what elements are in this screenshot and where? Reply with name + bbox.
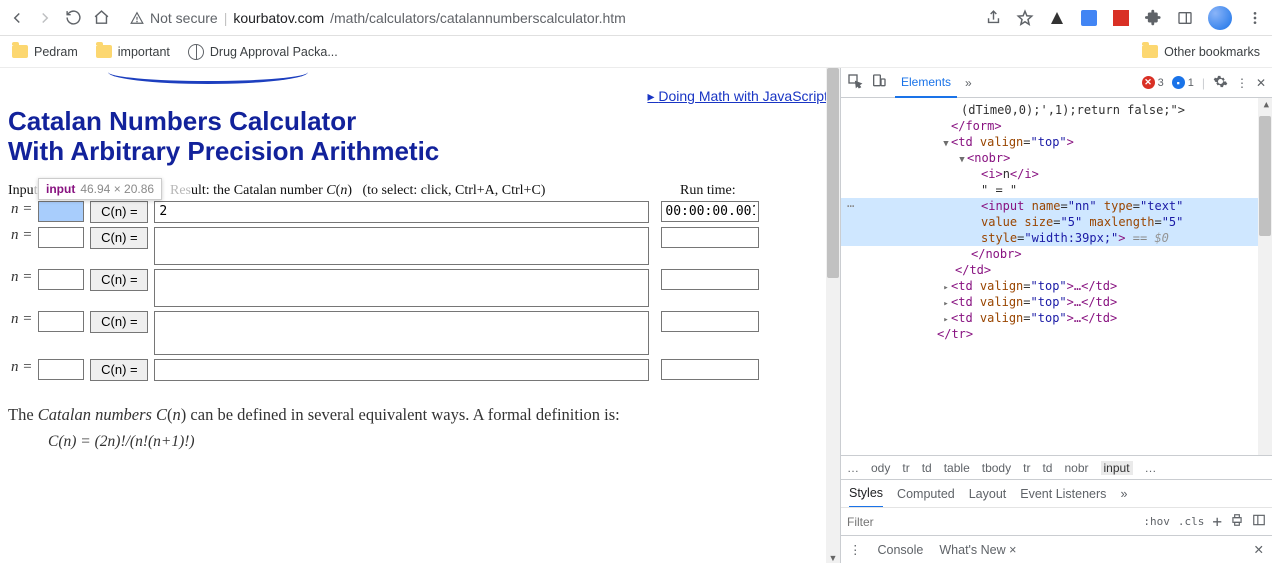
table-row: n = C(n) = [8,225,762,267]
globe-icon [188,44,204,60]
page-title: Catalan Numbers CalculatorWith Arbitrary… [8,107,832,167]
url-path: /math/calculators/catalannumberscalculat… [330,10,626,26]
ext3-icon[interactable] [1112,9,1130,27]
table-row: n = C(n) = [8,267,762,309]
result-output[interactable]: 2 [154,201,649,223]
devtools-scrollbar[interactable]: ▲ [1258,98,1272,455]
error-badge[interactable]: ✕3 [1142,76,1164,89]
tab-whats-new[interactable]: What's New × [939,543,1016,557]
n-input[interactable] [38,269,84,290]
page-content: Doing Math with JavaScript Catalan Numbe… [0,68,840,563]
result-output[interactable] [154,227,649,265]
calculate-button[interactable]: C(n) = [90,359,148,381]
inspect-icon[interactable] [847,73,863,92]
more-icon[interactable]: » [1120,487,1127,501]
address-bar[interactable]: Not secure | kourbatov.com/math/calculat… [120,4,974,32]
extensions-icon[interactable] [1144,9,1162,27]
styles-filter-row: :hov .cls + [841,507,1272,535]
close-drawer-icon[interactable]: ✕ [1254,542,1264,557]
ext2-icon[interactable] [1080,9,1098,27]
n-input[interactable] [38,227,84,248]
runtime-label: Run time: [680,183,736,199]
runtime-output[interactable] [661,359,759,380]
selected-element: ⋯<input name="nn" type="text" [841,198,1272,214]
runtime-output[interactable] [661,269,759,290]
page-scrollbar[interactable]: ▲ ▼ [826,68,840,563]
tab-computed[interactable]: Computed [897,487,955,501]
tab-layout[interactable]: Layout [969,487,1007,501]
runtime-output[interactable] [661,227,759,248]
warning-icon [130,11,144,25]
gear-icon[interactable] [1213,74,1228,92]
menu-icon[interactable] [1246,9,1264,27]
calculate-button[interactable]: C(n) = [90,227,148,249]
back-icon[interactable] [8,9,26,27]
bookmark-important[interactable]: important [96,45,170,59]
star-icon[interactable] [1016,9,1034,27]
table-row: n = C(n) = [8,357,762,383]
decorative-swoosh [108,72,308,84]
calculator-table: n = C(n) = 2 n = C(n) = n = C(n) = [8,199,762,383]
bookmark-drug-approval[interactable]: Drug Approval Packa... [188,44,338,60]
info-badge[interactable]: ▪1 [1172,76,1194,89]
n-equals-label: n = [8,199,35,225]
styles-tabs: Styles Computed Layout Event Listeners » [841,479,1272,507]
result-output[interactable] [154,269,649,307]
tab-styles[interactable]: Styles [849,480,883,508]
devtools-tabs: Elements » ✕3 ▪1 | ⋮ ✕ [841,68,1272,98]
bookmark-pedram[interactable]: Pedram [12,45,78,59]
description-text: The Catalan numbers C(n) can be defined … [8,405,832,425]
result-output[interactable] [154,311,649,355]
folder-icon [1142,45,1158,58]
n-input[interactable] [38,359,84,380]
side-panel-icon[interactable] [1176,9,1194,27]
print-icon[interactable] [1230,513,1244,530]
home-icon[interactable] [92,9,110,27]
top-link[interactable]: Doing Math with JavaScript [647,88,828,104]
folder-icon [96,45,112,58]
forward-icon[interactable] [36,9,54,27]
calculate-button[interactable]: C(n) = [90,201,148,223]
more-tabs-icon[interactable]: » [965,76,972,90]
tab-elements[interactable]: Elements [895,68,957,98]
devtools-panel: Elements » ✕3 ▪1 | ⋮ ✕ (dTime0,0);',1);r… [840,68,1272,563]
toggle-pane-icon[interactable] [1252,513,1266,530]
calculate-button[interactable]: C(n) = [90,269,148,291]
browser-toolbar: Not secure | kourbatov.com/math/calculat… [0,0,1272,36]
calculate-button[interactable]: C(n) = [90,311,148,333]
cls-toggle[interactable]: .cls [1178,515,1205,528]
ext1-icon[interactable] [1048,9,1066,27]
n-input[interactable] [38,201,84,222]
profile-avatar[interactable] [1208,6,1232,30]
table-row: n = C(n) = 2 [8,199,762,225]
styles-filter-input[interactable] [847,515,1135,529]
add-rule-icon[interactable]: + [1212,512,1222,531]
result-label: Result: the Catalan number C(n) (to sele… [170,183,680,199]
close-icon[interactable]: ✕ [1256,76,1266,90]
kebab-icon[interactable]: ⋮ [1236,76,1248,90]
device-icon[interactable] [871,73,887,92]
url-host: kourbatov.com [233,10,324,26]
n-input[interactable] [38,311,84,332]
runtime-output[interactable] [661,311,759,332]
table-row: n = C(n) = [8,309,762,357]
formula-text: C(n) = (2n)!/(n!(n+1)!) [48,433,832,451]
tab-event-listeners[interactable]: Event Listeners [1020,487,1106,501]
tab-console[interactable]: Console [878,543,924,557]
result-output[interactable] [154,359,649,381]
other-bookmarks[interactable]: Other bookmarks [1142,45,1260,59]
drawer-menu-icon[interactable]: ⋮ [849,542,862,557]
share-icon[interactable] [984,9,1002,27]
drawer-tabs: ⋮ Console What's New × ✕ [841,535,1272,563]
bookmarks-bar: Pedram important Drug Approval Packa... … [0,36,1272,68]
runtime-output[interactable] [661,201,759,222]
security-label: Not secure [150,10,218,26]
breadcrumb[interactable]: … ody tr td table tbody tr td nobr input… [841,455,1272,479]
dom-tree[interactable]: (dTime0,0);',1);return false;"> </form> … [841,98,1272,455]
reload-icon[interactable] [64,9,82,27]
hov-toggle[interactable]: :hov [1143,515,1170,528]
folder-icon [12,45,28,58]
element-tooltip: input46.94 × 20.86 [38,178,162,200]
